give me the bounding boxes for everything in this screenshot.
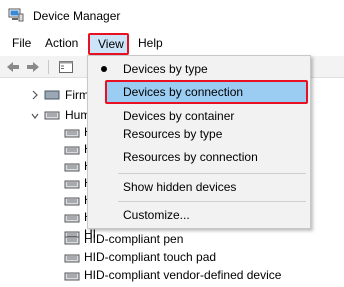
menu-action[interactable]: Action bbox=[45, 36, 78, 50]
menu-item-label: Devices by container bbox=[123, 109, 235, 123]
menu-item-devices-by-connection[interactable]: Devices by connection bbox=[105, 80, 308, 104]
menu-item-devices-by-type[interactable]: Devices by type bbox=[88, 58, 310, 80]
selected-bullet-icon bbox=[101, 66, 107, 72]
menu-item-resources-by-connection[interactable]: Resources by connection bbox=[88, 146, 310, 168]
hid-device-icon bbox=[64, 180, 80, 189]
menu-item-show-hidden-devices[interactable]: Show hidden devices bbox=[88, 176, 310, 198]
hid-child-row[interactable]: HID-compliant pen bbox=[64, 232, 334, 248]
hid-device-icon bbox=[64, 214, 80, 223]
firmware-icon bbox=[44, 90, 60, 100]
hid-pen-label: HID-compliant pen bbox=[84, 232, 184, 246]
tree-node-firmware[interactable]: Firm bbox=[65, 88, 89, 102]
view-dropdown-menu: Devices by type Devices by connection De… bbox=[87, 55, 311, 229]
hid-category-icon bbox=[44, 111, 60, 120]
chevron-down-icon[interactable] bbox=[31, 111, 39, 121]
chevron-right-icon[interactable] bbox=[31, 90, 39, 100]
hid-device-icon bbox=[64, 272, 80, 281]
menu-separator bbox=[118, 201, 306, 202]
menu-item-label: Resources by connection bbox=[123, 150, 258, 164]
hid-child-row[interactable]: HID-compliant touch pad bbox=[64, 250, 334, 266]
title-bar: Device Manager bbox=[0, 0, 344, 32]
window-title: Device Manager bbox=[33, 9, 121, 23]
toolbar-separator bbox=[48, 60, 49, 74]
menu-file[interactable]: File bbox=[12, 36, 31, 50]
menu-view-label: View bbox=[98, 37, 124, 51]
hid-touchpad-label: HID-compliant touch pad bbox=[84, 250, 217, 264]
hid-vendor-defined-label: HID-compliant vendor-defined device bbox=[84, 268, 282, 282]
hid-device-icon bbox=[64, 146, 80, 155]
menu-item-label: Show hidden devices bbox=[123, 180, 237, 194]
hid-device-icon bbox=[64, 163, 80, 172]
menu-item-customize[interactable]: Customize... bbox=[88, 204, 310, 226]
menu-item-label: Devices by connection bbox=[123, 85, 244, 99]
hid-device-icon bbox=[64, 236, 80, 245]
menu-item-label: Resources by type bbox=[123, 127, 223, 141]
menu-item-resources-by-type[interactable]: Resources by type bbox=[88, 123, 310, 145]
hid-device-icon bbox=[64, 197, 80, 206]
back-arrow-icon[interactable] bbox=[5, 59, 21, 75]
menu-separator bbox=[118, 173, 306, 174]
menu-bar: File Action Help bbox=[0, 32, 344, 54]
properties-icon[interactable] bbox=[58, 59, 74, 75]
hid-child-row[interactable]: HID-compliant vendor-defined device bbox=[64, 268, 334, 284]
forward-arrow-icon[interactable] bbox=[25, 59, 41, 75]
menu-item-label: Devices by type bbox=[123, 62, 208, 76]
menu-help[interactable]: Help bbox=[138, 36, 163, 50]
device-manager-icon bbox=[8, 8, 24, 22]
hid-device-icon bbox=[64, 254, 80, 263]
hid-device-icon bbox=[64, 129, 80, 138]
menu-view[interactable]: View bbox=[88, 33, 129, 55]
menu-item-label: Customize... bbox=[123, 208, 190, 222]
